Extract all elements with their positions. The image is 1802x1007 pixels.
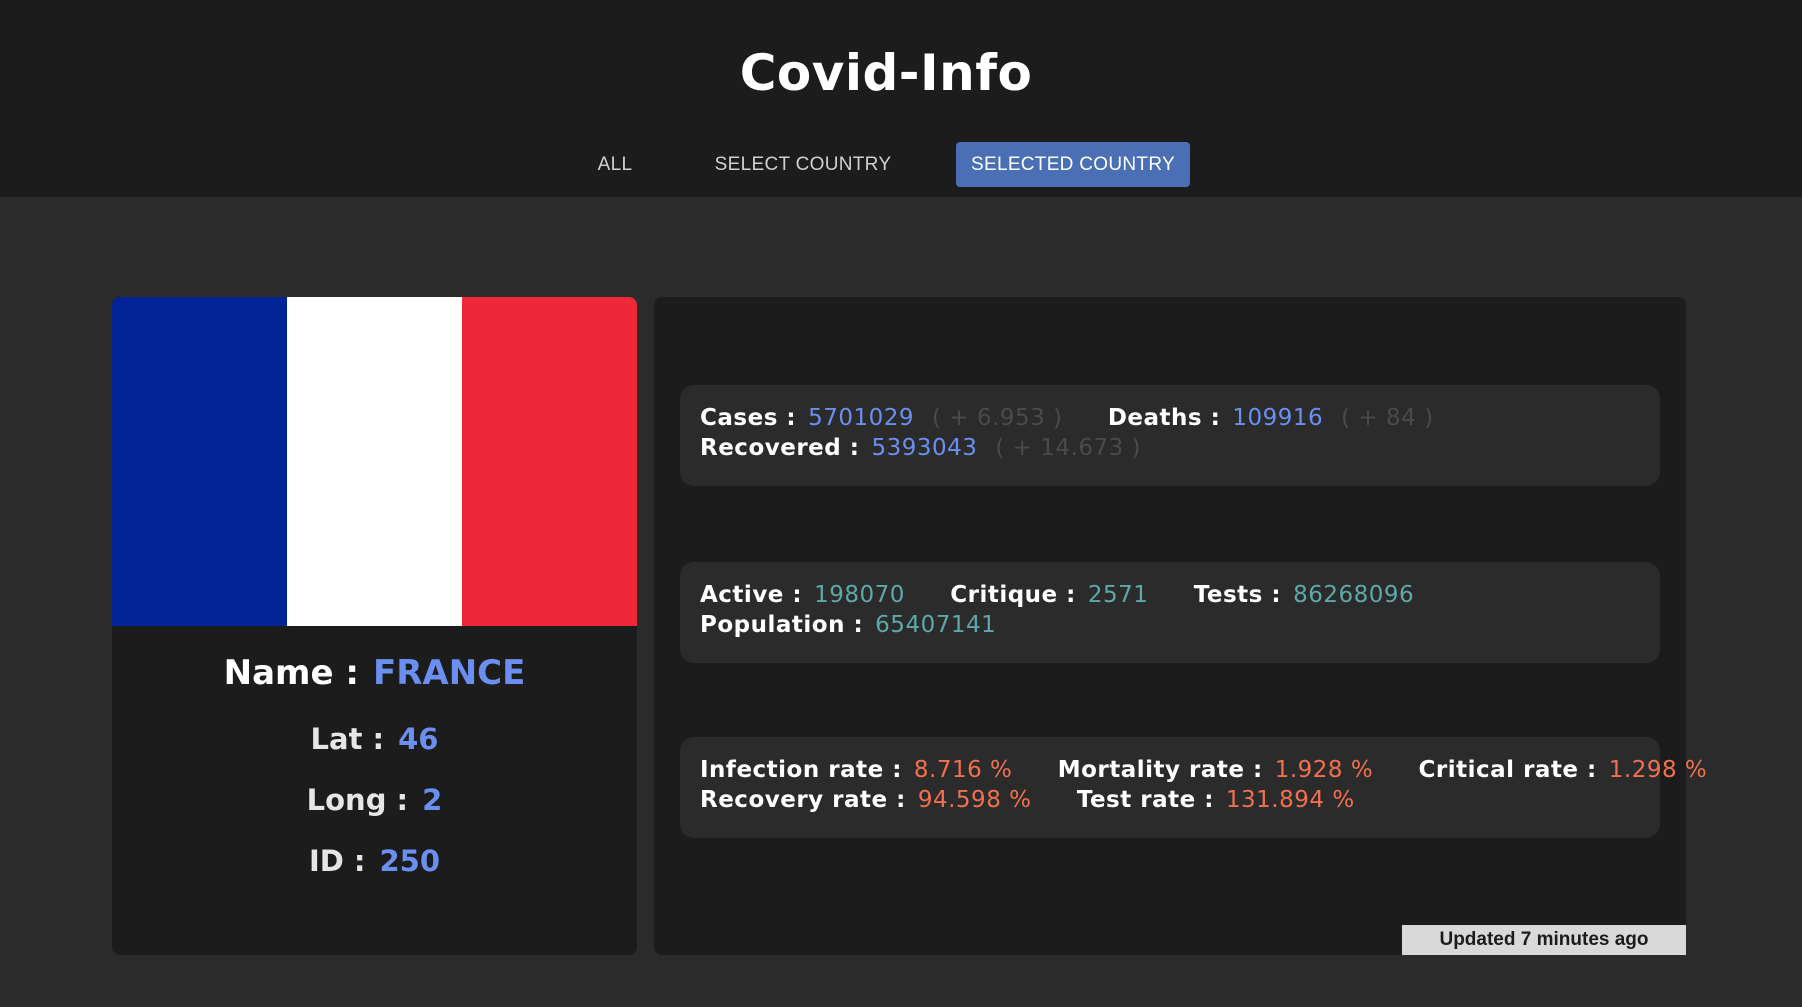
mortality-rate-value: 1.928 % <box>1274 757 1374 783</box>
population-label: Population : <box>700 612 864 638</box>
country-long-label: Long : <box>306 783 409 817</box>
flag-stripe-blue <box>112 297 287 626</box>
cases-delta: ( + 6.953 ) <box>932 405 1063 431</box>
country-name-label: Name : <box>223 653 359 693</box>
test-rate-value: 131.894 % <box>1225 787 1355 813</box>
country-lat-value: 46 <box>398 722 439 756</box>
rates-row-1: Infection rate : 8.716 % Mortality rate :… <box>700 755 1745 785</box>
cases-label: Cases : <box>700 405 797 431</box>
counts-box: Active : 198070 Critique : 2571 Tests : 862… <box>680 562 1660 663</box>
active-stat: Active : 198070 <box>700 580 905 610</box>
mortality-rate-stat: Mortality rate : 1.928 % <box>1058 755 1374 785</box>
recovered-value: 5393043 <box>871 435 978 461</box>
updated-badge: Updated 7 minutes ago <box>1402 925 1686 955</box>
cases-stat: Cases : 5701029 ( + 6.953 ) <box>700 403 1063 433</box>
critical-rate-value: 1.298 % <box>1608 757 1708 783</box>
tab-selected-country[interactable]: SELECTED COUNTRY <box>956 142 1190 187</box>
population-stat: Population : 65407141 <box>700 610 996 640</box>
stats-card: Cases : 5701029 ( + 6.953 ) Deaths : 109916… <box>654 297 1707 955</box>
deaths-delta: ( + 84 ) <box>1341 405 1434 431</box>
country-long-value: 2 <box>422 783 443 817</box>
infection-rate-stat: Infection rate : 8.716 % <box>700 755 1012 785</box>
test-rate-label: Test rate : <box>1076 787 1214 813</box>
country-long-row: Long : 2 <box>112 783 637 817</box>
totals-box: Cases : 5701029 ( + 6.953 ) Deaths : 109916… <box>680 385 1660 486</box>
mortality-rate-label: Mortality rate : <box>1057 757 1263 783</box>
rates-box: Infection rate : 8.716 % Mortality rate :… <box>680 737 1707 838</box>
critical-rate-stat: Critical rate : 1.298 % <box>1419 755 1708 785</box>
population-value: 65407141 <box>875 612 997 638</box>
active-value: 198070 <box>814 582 905 608</box>
deaths-stat: Deaths : 109916 ( + 84 ) <box>1108 403 1434 433</box>
recovery-rate-value: 94.598 % <box>917 787 1032 813</box>
totals-row-1: Cases : 5701029 ( + 6.953 ) Deaths : 109916… <box>700 403 1472 433</box>
cases-value: 5701029 <box>808 405 915 431</box>
flag-stripe-white <box>287 297 462 626</box>
critique-stat: Critique : 2571 <box>950 580 1148 610</box>
recovered-delta: ( + 14.673 ) <box>995 435 1142 461</box>
country-flag <box>112 297 637 626</box>
country-id-value: 250 <box>379 844 441 878</box>
app-title: Covid-Info <box>739 44 1033 102</box>
counts-row-1: Active : 198070 Critique : 2571 Tests : 862… <box>700 580 1452 610</box>
deaths-value: 109916 <box>1232 405 1324 431</box>
tab-select-country[interactable]: SELECT COUNTRY <box>700 142 906 187</box>
critique-value: 2571 <box>1087 582 1149 608</box>
recovered-stat: Recovered : 5393043 ( + 14.673 ) <box>700 433 1141 463</box>
tests-stat: Tests : 86268096 <box>1194 580 1414 610</box>
active-label: Active : <box>700 582 803 608</box>
country-lat-row: Lat : 46 <box>112 722 637 756</box>
infection-rate-value: 8.716 % <box>913 757 1013 783</box>
tests-value: 86268096 <box>1293 582 1415 608</box>
counts-row-2: Population : 65407141 <box>700 610 1034 640</box>
country-id-row: ID : 250 <box>112 844 637 878</box>
country-name-value: FRANCE <box>372 653 526 693</box>
critical-rate-label: Critical rate : <box>1418 757 1597 783</box>
rates-row-2: Recovery rate : 94.598 % Test rate : 131.8… <box>700 785 1393 815</box>
recovered-label: Recovered : <box>700 435 860 461</box>
test-rate-stat: Test rate : 131.894 % <box>1077 785 1355 815</box>
flag-stripe-red <box>462 297 637 626</box>
infection-rate-label: Infection rate : <box>700 757 902 783</box>
country-lat-label: Lat : <box>310 722 385 756</box>
tab-all[interactable]: ALL <box>590 142 640 187</box>
nav-bar: ALL SELECT COUNTRY SELECTED COUNTRY <box>0 142 1802 187</box>
country-card: Name : FRANCE Lat : 46 Long : 2 ID : 250 <box>112 297 637 955</box>
recovery-rate-label: Recovery rate : <box>700 787 906 813</box>
app-header: Covid-Info ALL SELECT COUNTRY SELECTED C… <box>0 0 1802 197</box>
recovery-rate-stat: Recovery rate : 94.598 % <box>700 785 1032 815</box>
tests-label: Tests : <box>1193 582 1282 608</box>
totals-row-2: Recovered : 5393043 ( + 14.673 ) <box>700 433 1179 463</box>
critique-label: Critique : <box>950 582 1076 608</box>
deaths-label: Deaths : <box>1107 405 1221 431</box>
country-name-row: Name : FRANCE <box>112 653 637 693</box>
country-id-label: ID : <box>308 844 366 878</box>
